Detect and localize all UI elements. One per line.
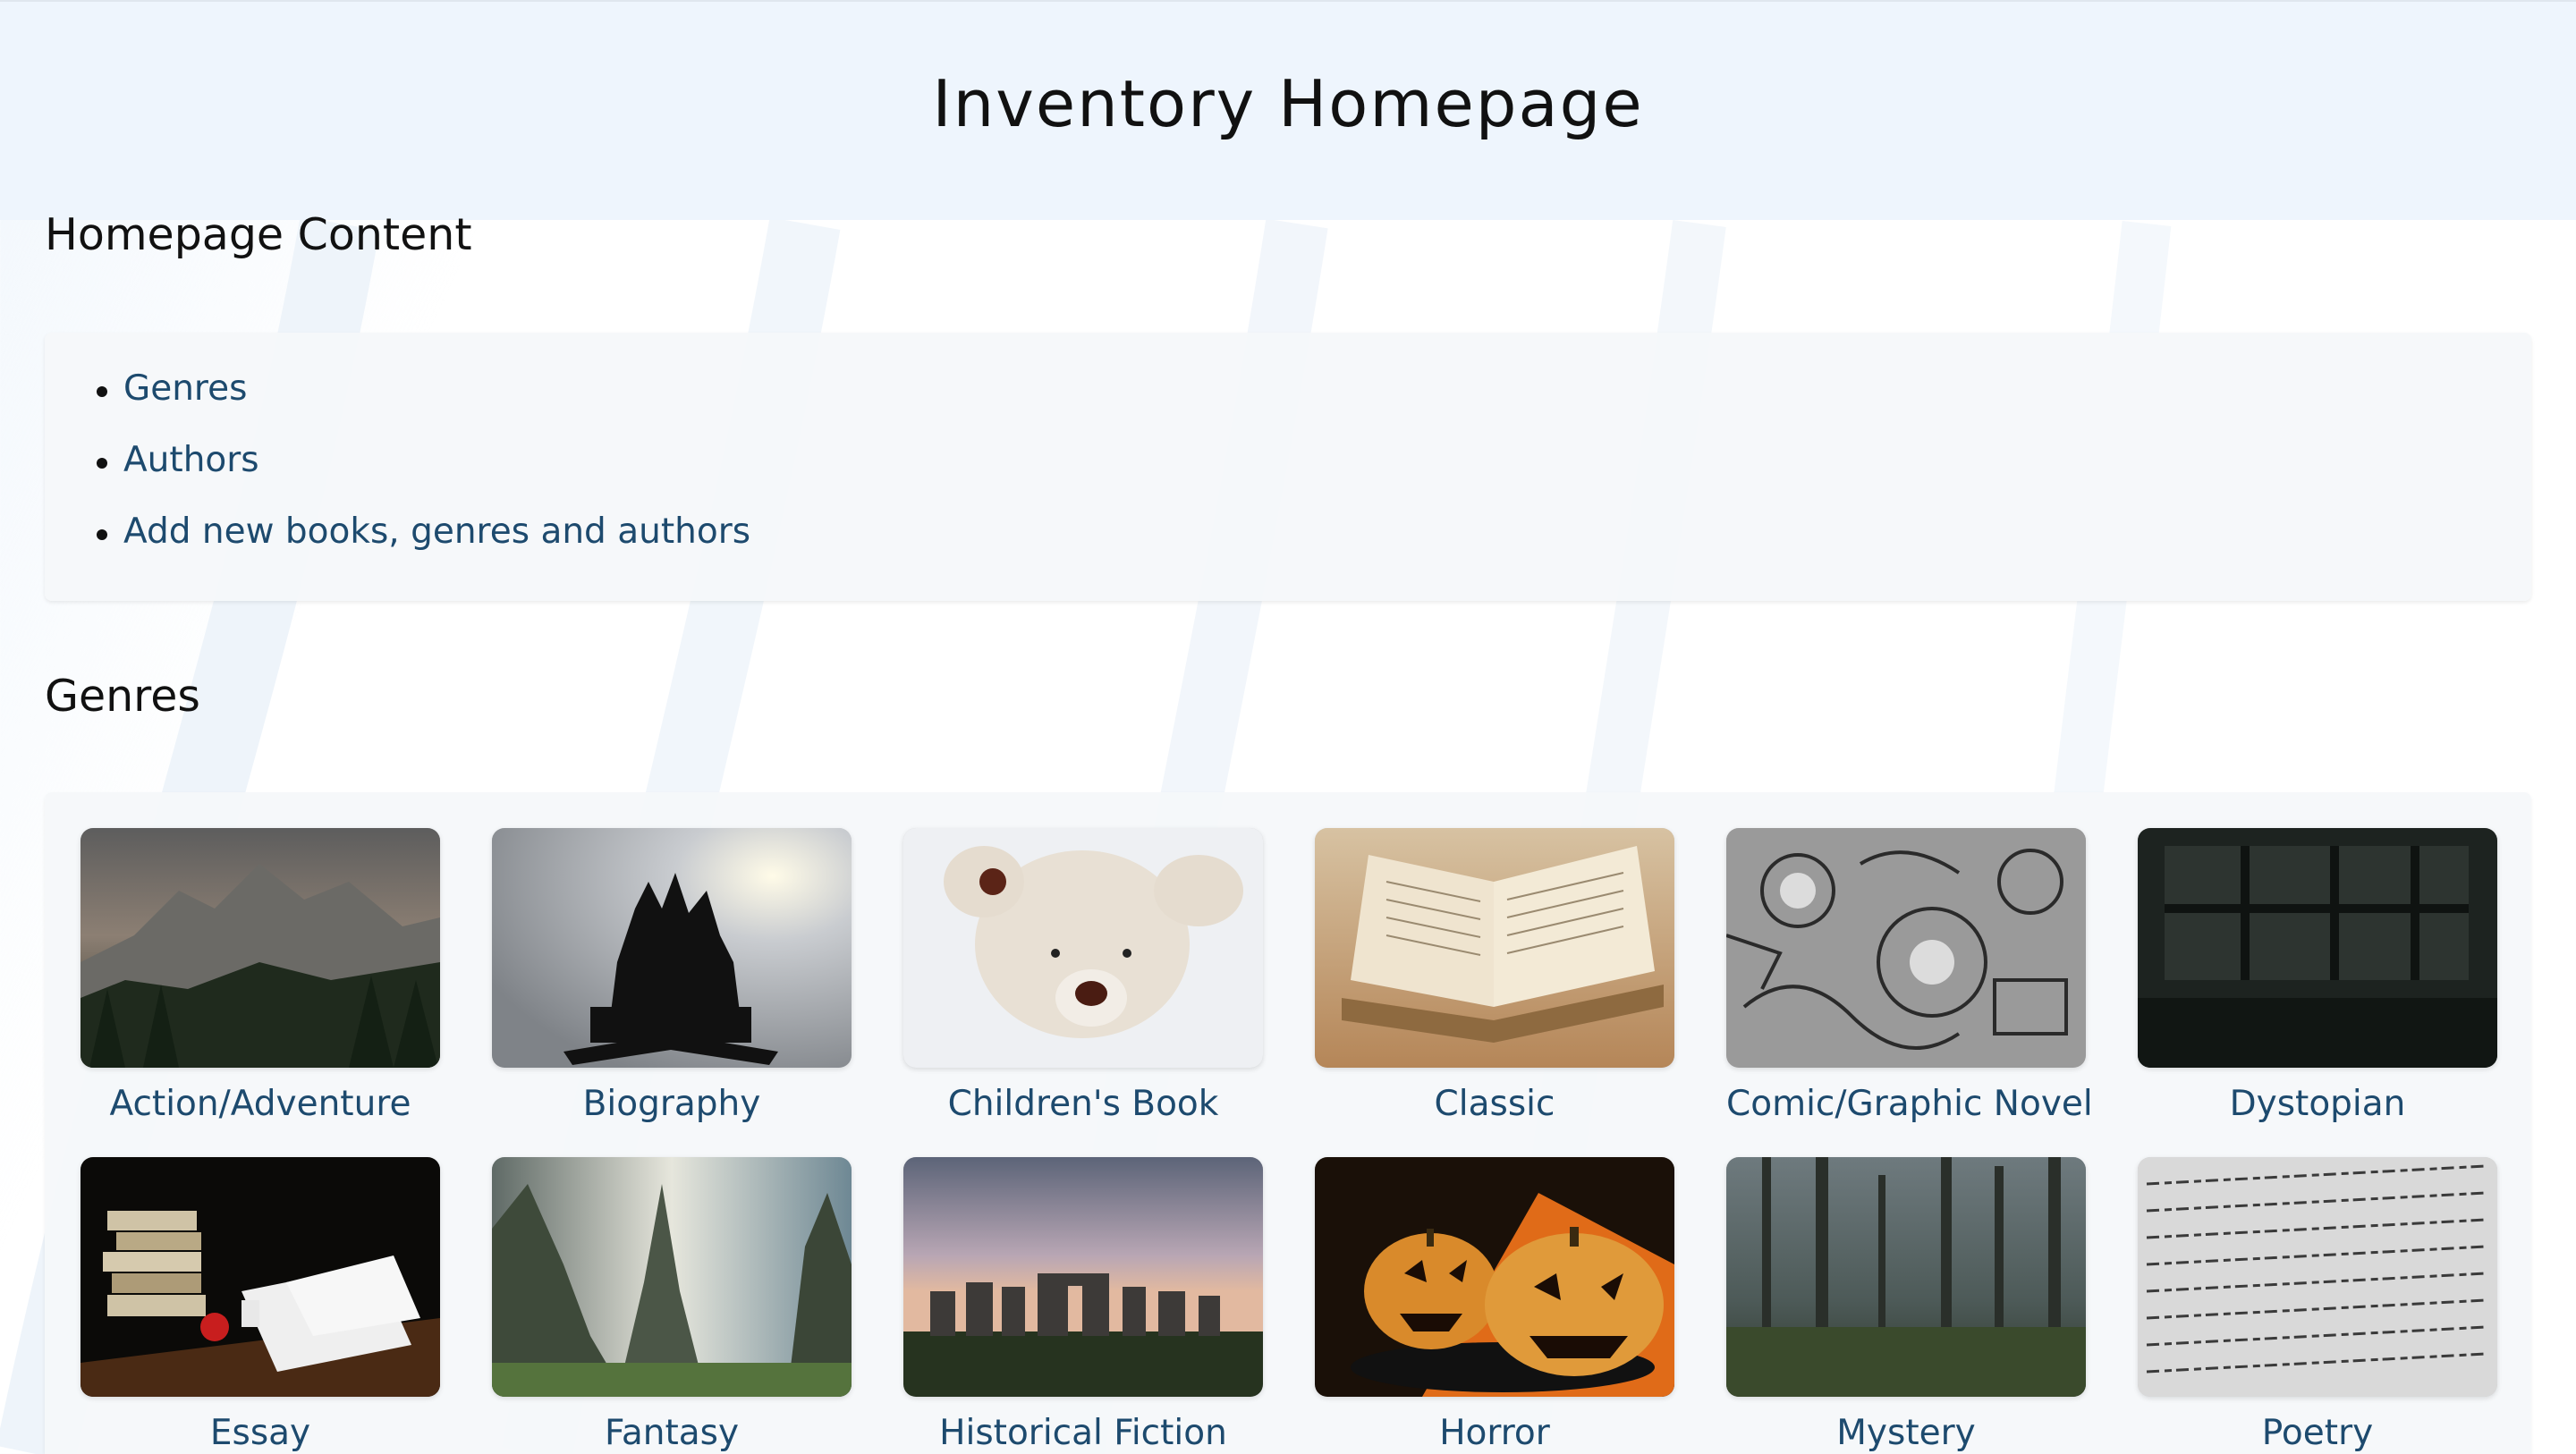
genre-label: Essay [209, 1413, 311, 1453]
genre-card-classic[interactable]: Classic [1315, 828, 1674, 1127]
list-item: Genres [97, 367, 2531, 438]
homepage-content-panel: Genres Authors Add new books, genres and… [45, 333, 2531, 601]
genres-heading: Genres [45, 671, 200, 722]
authors-link[interactable]: Authors [123, 440, 259, 480]
genre-label: Historical Fiction [939, 1413, 1227, 1453]
genre-label: Action/Adventure [109, 1084, 411, 1124]
list-item: Authors [97, 438, 2531, 510]
genre-label: Dystopian [2229, 1084, 2406, 1124]
genre-image-horror [1315, 1157, 1674, 1397]
genre-card-poetry[interactable]: Poetry [2138, 1157, 2497, 1454]
genre-label: Classic [1434, 1084, 1555, 1124]
genre-card-biography[interactable]: Biography [492, 828, 852, 1127]
genre-card-horror[interactable]: Horror [1315, 1157, 1674, 1454]
genres-link[interactable]: Genres [123, 368, 247, 409]
genre-card-essay[interactable]: Essay [80, 1157, 440, 1454]
genre-label: Poetry [2261, 1413, 2374, 1453]
genre-label: Horror [1439, 1413, 1550, 1453]
genre-image-historical-fiction [903, 1157, 1263, 1397]
genre-card-comic-graphic-novel[interactable]: Comic/Graphic Novel [1726, 828, 2093, 1127]
homepage-links-list: Genres Authors Add new books, genres and… [45, 333, 2531, 581]
homepage-content-heading: Homepage Content [45, 209, 472, 260]
genre-image-comic-graphic-novel [1726, 828, 2086, 1068]
genre-image-childrens-book [903, 828, 1263, 1068]
top-header: Inventory Homepage [0, 0, 2576, 220]
genre-card-action-adventure[interactable]: Action/Adventure [80, 828, 440, 1127]
genre-image-fantasy [492, 1157, 852, 1397]
page-title: Inventory Homepage [932, 66, 1644, 141]
genre-image-essay [80, 1157, 440, 1397]
genre-card-mystery[interactable]: Mystery [1726, 1157, 2086, 1454]
genres-grid: Action/Adventure Biography Children's Bo… [45, 792, 2531, 1454]
genre-label: Fantasy [604, 1413, 740, 1453]
genre-label: Biography [582, 1084, 761, 1124]
genre-card-historical-fiction[interactable]: Historical Fiction [903, 1157, 1263, 1454]
genre-image-mystery [1726, 1157, 2086, 1397]
genre-image-poetry [2138, 1157, 2497, 1397]
genre-image-dystopian [2138, 828, 2497, 1068]
genre-image-action-adventure [80, 828, 440, 1068]
genre-label: Comic/Graphic Novel [1726, 1084, 2093, 1124]
genre-card-dystopian[interactable]: Dystopian [2138, 828, 2497, 1127]
list-item: Add new books, genres and authors [97, 510, 2531, 581]
genre-label: Mystery [1836, 1413, 1976, 1453]
genre-card-childrens-book[interactable]: Children's Book [903, 828, 1263, 1127]
genre-image-biography [492, 828, 852, 1068]
genre-image-classic [1315, 828, 1674, 1068]
genre-label: Children's Book [947, 1084, 1219, 1124]
genre-card-fantasy[interactable]: Fantasy [492, 1157, 852, 1454]
add-new-link[interactable]: Add new books, genres and authors [123, 511, 750, 552]
